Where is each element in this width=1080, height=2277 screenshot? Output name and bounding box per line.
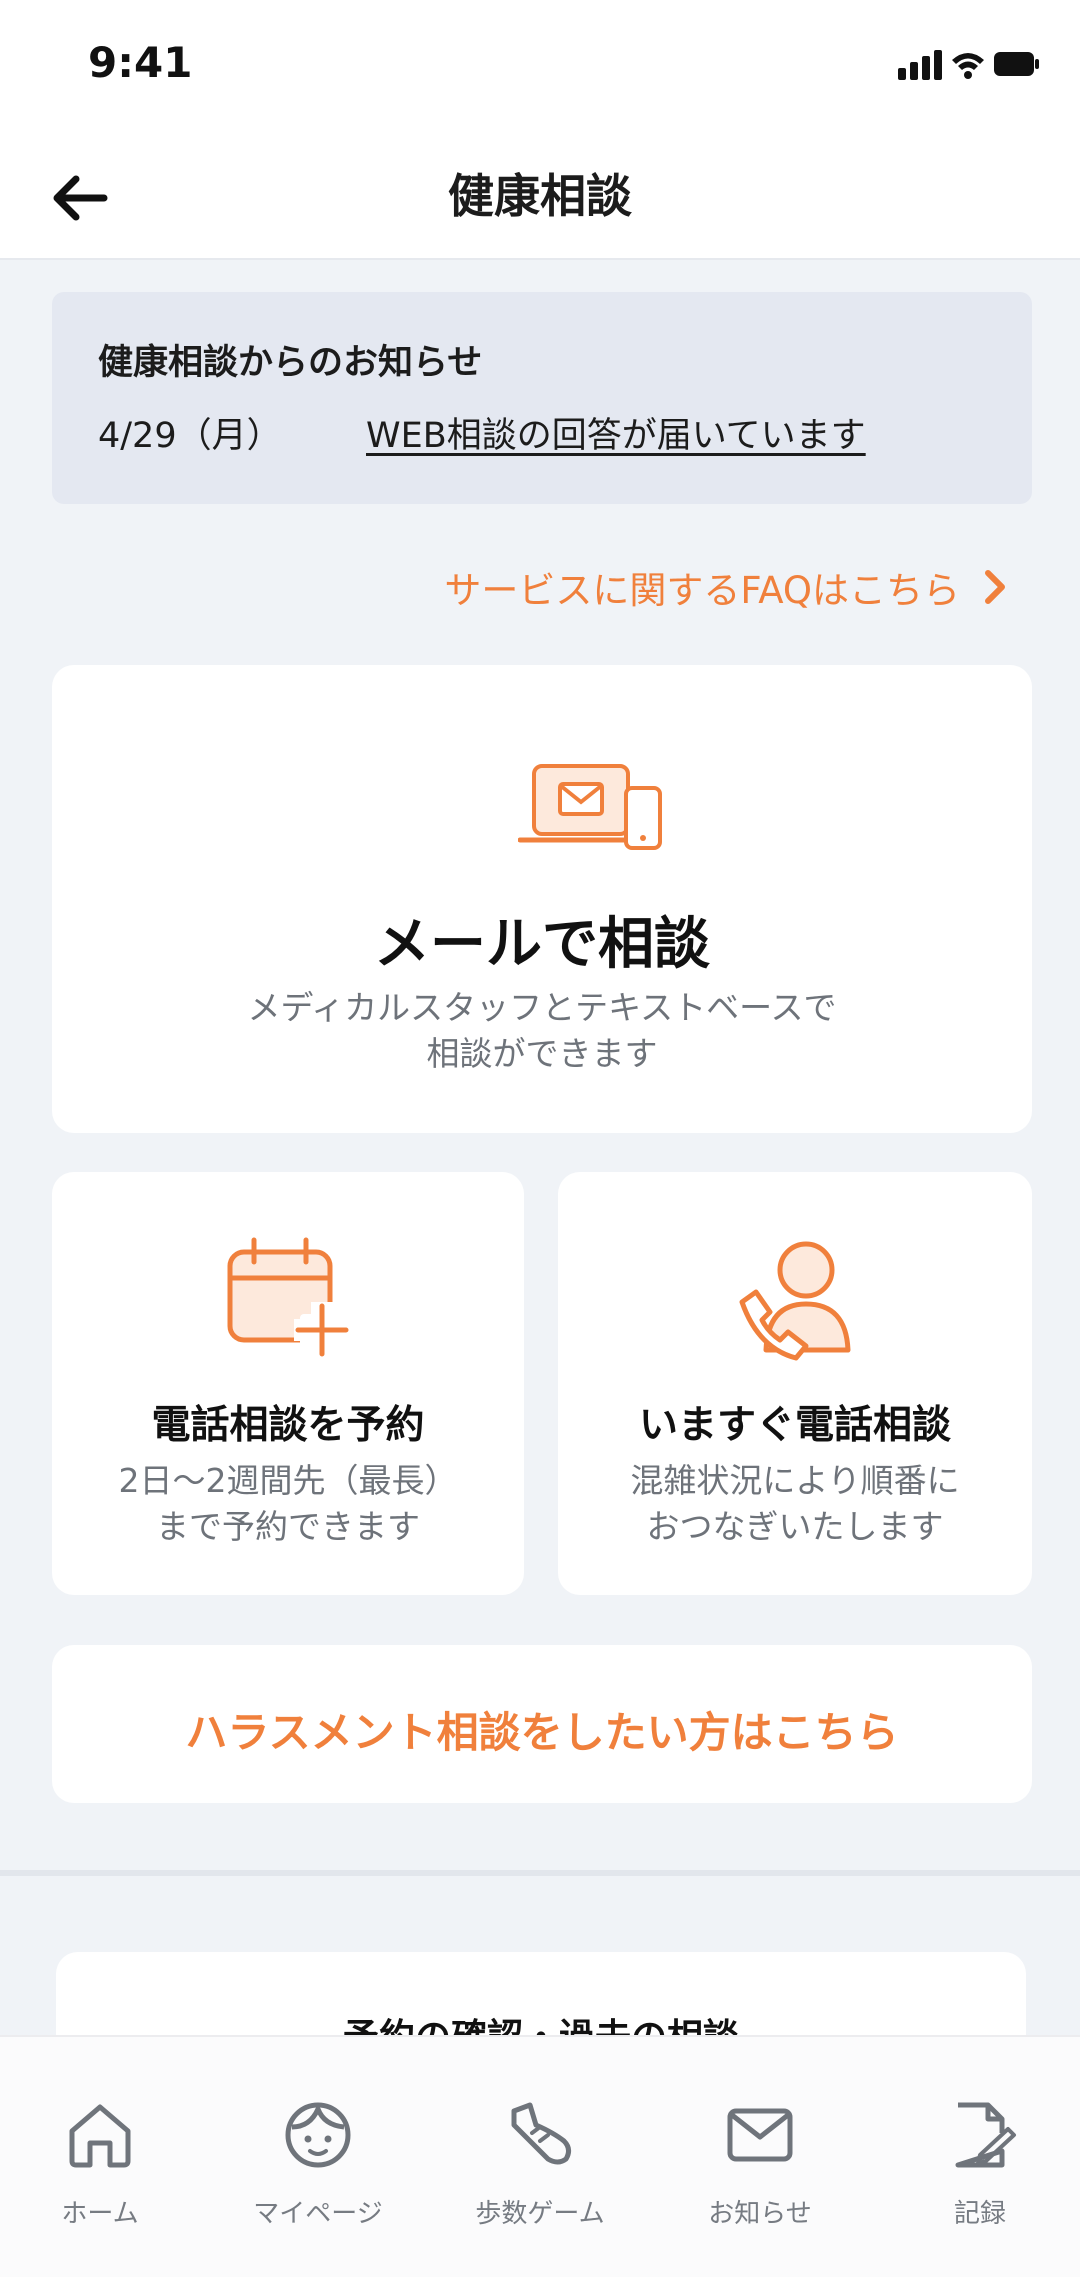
record-icon bbox=[955, 2102, 1016, 2168]
now-desc-line1: 混雑状況により順番に bbox=[630, 1461, 960, 1500]
tab-home-label: ホーム bbox=[61, 2199, 139, 2229]
nav-bar: 健康相談 bbox=[0, 130, 1080, 260]
phone-reserve-card[interactable]: 電話相談を予約 2日〜2週間先（最長） まで予約できます bbox=[52, 1172, 524, 1595]
notice-date: 4/29（月） bbox=[98, 416, 282, 456]
status-icons bbox=[840, 44, 1040, 84]
back-button[interactable] bbox=[40, 158, 120, 238]
page-title: 健康相談 bbox=[448, 169, 632, 223]
home-icon bbox=[69, 2104, 131, 2168]
tab-notifications-label: お知らせ bbox=[708, 2199, 812, 2229]
tab-records-label: 記録 bbox=[953, 2199, 1006, 2229]
tab-records[interactable]: 記録 bbox=[895, 2097, 1065, 2237]
phone-reserve-description: 2日〜2週間先（最長） まで予約できます bbox=[52, 1458, 524, 1550]
notice-title: 健康相談からのお知らせ bbox=[98, 343, 483, 383]
arrow-left-icon bbox=[53, 175, 108, 221]
harassment-label: ハラスメント相談をしたい方はこちら bbox=[185, 1708, 899, 1757]
reserve-desc-line1: 2日〜2週間先（最長） bbox=[118, 1461, 458, 1500]
laptop-mail-icon bbox=[518, 764, 662, 850]
faq-link[interactable]: サービスに関するFAQはこちら bbox=[444, 560, 1010, 614]
signal-wifi-battery-icon bbox=[898, 50, 1039, 80]
mail-icon bbox=[727, 2108, 793, 2162]
chevron-right-icon bbox=[985, 570, 1005, 604]
shoe-icon bbox=[511, 2102, 572, 2165]
notice-row: 4/29（月） WEB相談の回答が届いています bbox=[98, 407, 1032, 458]
tab-mypage[interactable]: マイページ bbox=[233, 2097, 403, 2237]
harassment-consult-button[interactable]: ハラスメント相談をしたい方はこちら bbox=[52, 1645, 1032, 1803]
reserve-desc-line2: まで予約できます bbox=[156, 1507, 420, 1546]
tab-mypage-label: マイページ bbox=[253, 2199, 383, 2229]
tab-home[interactable]: ホーム bbox=[15, 2097, 185, 2237]
mail-desc-line1: メディカルスタッフとテキストベースで bbox=[247, 988, 837, 1027]
tab-step-game-label: 歩数ゲーム bbox=[475, 2199, 605, 2229]
person-phone-icon bbox=[739, 1241, 851, 1361]
phone-now-description: 混雑状況により順番に おつなぎいたします bbox=[558, 1458, 1032, 1550]
notice-link[interactable]: WEB相談の回答が届いています bbox=[366, 407, 866, 458]
phone-now-title: いますぐ電話相談 bbox=[638, 1403, 951, 1448]
face-icon bbox=[285, 2102, 351, 2168]
bottom-tab-bar: ホーム マイページ 歩数ゲーム お知らせ 記録 bbox=[0, 2035, 1080, 2277]
notice-banner: 健康相談からのお知らせ 4/29（月） WEB相談の回答が届いています bbox=[52, 292, 1032, 504]
mail-consult-card[interactable]: メールで相談 メディカルスタッフとテキストベースで 相談ができます bbox=[52, 665, 1032, 1133]
status-time: 9:41 bbox=[88, 38, 193, 87]
calendar-plus-icon bbox=[227, 1237, 350, 1358]
status-bar: 9:41 bbox=[0, 0, 1080, 130]
section-divider bbox=[0, 1870, 1080, 1876]
tab-step-game[interactable]: 歩数ゲーム bbox=[455, 2097, 625, 2237]
mail-desc-line2: 相談ができます bbox=[426, 1034, 658, 1073]
now-desc-line2: おつなぎいたします bbox=[646, 1507, 944, 1546]
phone-now-card[interactable]: いますぐ電話相談 混雑状況により順番に おつなぎいたします bbox=[558, 1172, 1032, 1595]
faq-label: サービスに関するFAQはこちら bbox=[444, 569, 960, 612]
phone-reserve-title: 電話相談を予約 bbox=[151, 1403, 425, 1448]
tab-notifications[interactable]: お知らせ bbox=[675, 2097, 845, 2237]
mail-consult-title: メールで相談 bbox=[374, 912, 710, 977]
mail-consult-description: メディカルスタッフとテキストベースで 相談ができます bbox=[52, 985, 1032, 1077]
